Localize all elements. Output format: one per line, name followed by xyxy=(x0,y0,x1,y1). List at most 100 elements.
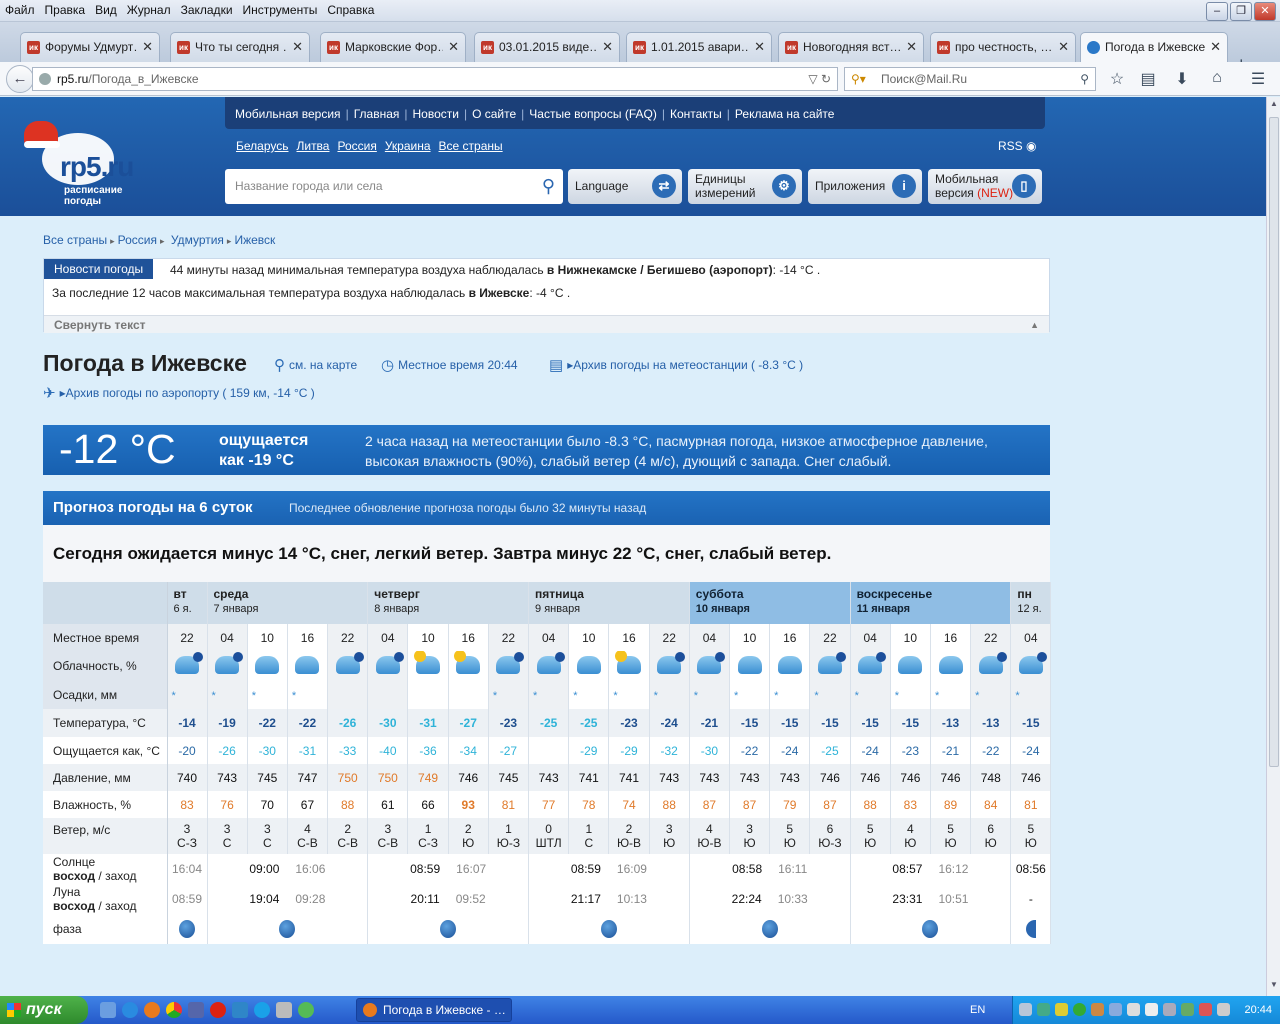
hamburger-menu-icon[interactable]: ☰ xyxy=(1248,69,1268,89)
minimize-button[interactable]: – xyxy=(1206,2,1228,21)
search-icon[interactable]: ⚲ xyxy=(542,169,555,204)
tray-icon[interactable] xyxy=(1199,1003,1212,1016)
search-input[interactable]: ⚲▾ Поиск@Mail.Ru ⚲ xyxy=(844,67,1096,91)
menu-edit[interactable]: Правка xyxy=(40,0,91,20)
tab-active[interactable]: Погода в Ижевске ✕ xyxy=(1080,32,1228,62)
close-tab-icon[interactable]: ✕ xyxy=(1058,33,1069,61)
close-tab-icon[interactable]: ✕ xyxy=(1210,33,1221,61)
back-button[interactable]: ← xyxy=(6,65,34,93)
tray-icon[interactable] xyxy=(1109,1003,1122,1016)
tray-icon[interactable] xyxy=(1091,1003,1104,1016)
station-archive-link[interactable]: ▤ ▸Архив погоды на метеостанции ( -8.3 °С… xyxy=(549,356,803,374)
tab-2[interactable]: ик Что ты сегодня … ✕ xyxy=(170,32,310,62)
clock[interactable]: 20:44 xyxy=(1244,996,1272,1024)
day-header: четверг 8 января xyxy=(367,582,530,624)
reload-icon[interactable]: ▽ ↻ xyxy=(808,68,831,90)
apps-button[interactable]: Приложения i xyxy=(808,169,922,204)
language-indicator[interactable]: EN xyxy=(970,996,985,1024)
nav-about[interactable]: О сайте xyxy=(472,107,516,121)
country-lithuania[interactable]: Литва xyxy=(296,139,329,153)
tray-icon[interactable] xyxy=(1217,1003,1230,1016)
downloads-icon[interactable]: ⬇ xyxy=(1172,69,1192,89)
mobile-version-button[interactable]: Мобильная версия (NEW) ▯ xyxy=(928,169,1042,204)
close-tab-icon[interactable]: ✕ xyxy=(602,33,613,61)
nav-contacts[interactable]: Контакты xyxy=(670,107,722,121)
language-button[interactable]: Language ⇄ xyxy=(568,169,682,204)
country-russia[interactable]: Россия xyxy=(337,139,376,153)
opera-icon[interactable] xyxy=(210,1002,226,1018)
tray-icon[interactable] xyxy=(1019,1003,1032,1016)
crumb-udmurtia[interactable]: Удмуртия xyxy=(171,233,224,247)
country-ukraine[interactable]: Украина xyxy=(385,139,431,153)
table-cell xyxy=(528,737,570,764)
speaker-icon[interactable] xyxy=(1145,1003,1158,1016)
tray-icon[interactable] xyxy=(1181,1003,1194,1016)
country-belarus[interactable]: Беларусь xyxy=(236,139,288,153)
menu-view[interactable]: Вид xyxy=(90,0,122,20)
app-icon[interactable] xyxy=(276,1002,292,1018)
start-button[interactable]: пуск xyxy=(0,996,88,1024)
home-icon[interactable]: ⌂ xyxy=(1207,69,1227,87)
network-icon[interactable] xyxy=(1163,1003,1176,1016)
tab-6[interactable]: ик Новогодняя вст… ✕ xyxy=(778,32,924,62)
save-icon[interactable] xyxy=(188,1002,204,1018)
scroll-down-arrow-icon[interactable]: ▼ xyxy=(1269,980,1279,994)
close-window-button[interactable]: ✕ xyxy=(1254,2,1276,21)
close-tab-icon[interactable]: ✕ xyxy=(142,33,153,61)
vertical-scrollbar[interactable]: ▲ ▼ xyxy=(1266,97,1280,996)
tray-icon[interactable] xyxy=(1073,1003,1086,1016)
city-search-input[interactable]: Название города или села ⚲ xyxy=(225,169,563,204)
table-cell: -24 xyxy=(649,709,690,737)
map-link[interactable]: ⚲ см. на карте xyxy=(274,356,357,374)
scroll-up-arrow-icon[interactable]: ▲ xyxy=(1269,99,1279,113)
ie-icon[interactable] xyxy=(122,1002,138,1018)
tab-4[interactable]: ик 03.01.2015 виде… ✕ xyxy=(474,32,620,62)
menu-help[interactable]: Справка xyxy=(322,0,379,20)
crumb-russia[interactable]: Россия xyxy=(118,233,157,247)
nav-ads[interactable]: Реклама на сайте xyxy=(735,107,835,121)
scrollbar-thumb[interactable] xyxy=(1269,117,1279,767)
bookmark-star-icon[interactable]: ☆ xyxy=(1107,69,1127,89)
units-button[interactable]: Единицы измерений ⚙ xyxy=(688,169,802,204)
close-tab-icon[interactable]: ✕ xyxy=(292,33,303,61)
nav-mobile[interactable]: Мобильная версия xyxy=(235,107,341,121)
menu-bookmarks[interactable]: Закладки xyxy=(176,0,238,20)
search-icon[interactable]: ⚲ xyxy=(1080,68,1089,90)
bookmarks-list-icon[interactable]: ▤ xyxy=(1138,69,1158,89)
menu-history[interactable]: Журнал xyxy=(122,0,176,20)
app-icon[interactable] xyxy=(232,1002,248,1018)
collapse-text-button[interactable]: Свернуть текст ▲ xyxy=(44,315,1049,333)
search-engine-icon[interactable]: ⚲▾ xyxy=(851,68,866,90)
firefox-icon[interactable] xyxy=(144,1002,160,1018)
restore-button[interactable]: ❐ xyxy=(1230,2,1252,21)
tab-7[interactable]: ик про честность, … ✕ xyxy=(930,32,1076,62)
tray-icon[interactable] xyxy=(1055,1003,1068,1016)
taskbar-task-firefox[interactable]: Погода в Ижевске - … xyxy=(356,998,512,1022)
tray-icon[interactable] xyxy=(1127,1003,1140,1016)
close-tab-icon[interactable]: ✕ xyxy=(754,33,765,61)
crumb-all-countries[interactable]: Все страны xyxy=(43,233,107,247)
rss-link[interactable]: RSS ◉ xyxy=(998,139,1037,153)
nav-news[interactable]: Новости xyxy=(413,107,459,121)
table-cell: * xyxy=(850,681,891,709)
country-all[interactable]: Все страны xyxy=(439,139,503,153)
news-line-1-place: в Нижнекамске / Бегишево (аэропорт) xyxy=(546,263,773,277)
tab-3[interactable]: ик Марковские Фор… ✕ xyxy=(320,32,466,62)
table-cell: 87 xyxy=(689,791,730,818)
app-icon[interactable] xyxy=(298,1002,314,1018)
tab-1[interactable]: ик Форумы Удмурт… ✕ xyxy=(20,32,160,62)
tab-5[interactable]: ик 1.01.2015 авари… ✕ xyxy=(626,32,772,62)
close-tab-icon[interactable]: ✕ xyxy=(906,33,917,61)
show-desktop-icon[interactable] xyxy=(100,1002,116,1018)
skype-icon[interactable] xyxy=(254,1002,270,1018)
airport-archive-link[interactable]: ✈ ▸Архив погоды по аэропорту ( 159 км, -1… xyxy=(43,384,315,402)
nav-faq[interactable]: Частые вопросы (FAQ) xyxy=(529,107,657,121)
chrome-icon[interactable] xyxy=(166,1002,182,1018)
menu-file[interactable]: Файл xyxy=(0,0,40,20)
tray-icon[interactable] xyxy=(1037,1003,1050,1016)
nav-home[interactable]: Главная xyxy=(354,107,400,121)
address-bar[interactable]: rp5.ru/Погода_в_Ижевске ▽ ↻ xyxy=(32,67,838,91)
crumb-izhevsk[interactable]: Ижевск xyxy=(234,233,275,247)
menu-tools[interactable]: Инструменты xyxy=(238,0,323,20)
close-tab-icon[interactable]: ✕ xyxy=(448,33,459,61)
